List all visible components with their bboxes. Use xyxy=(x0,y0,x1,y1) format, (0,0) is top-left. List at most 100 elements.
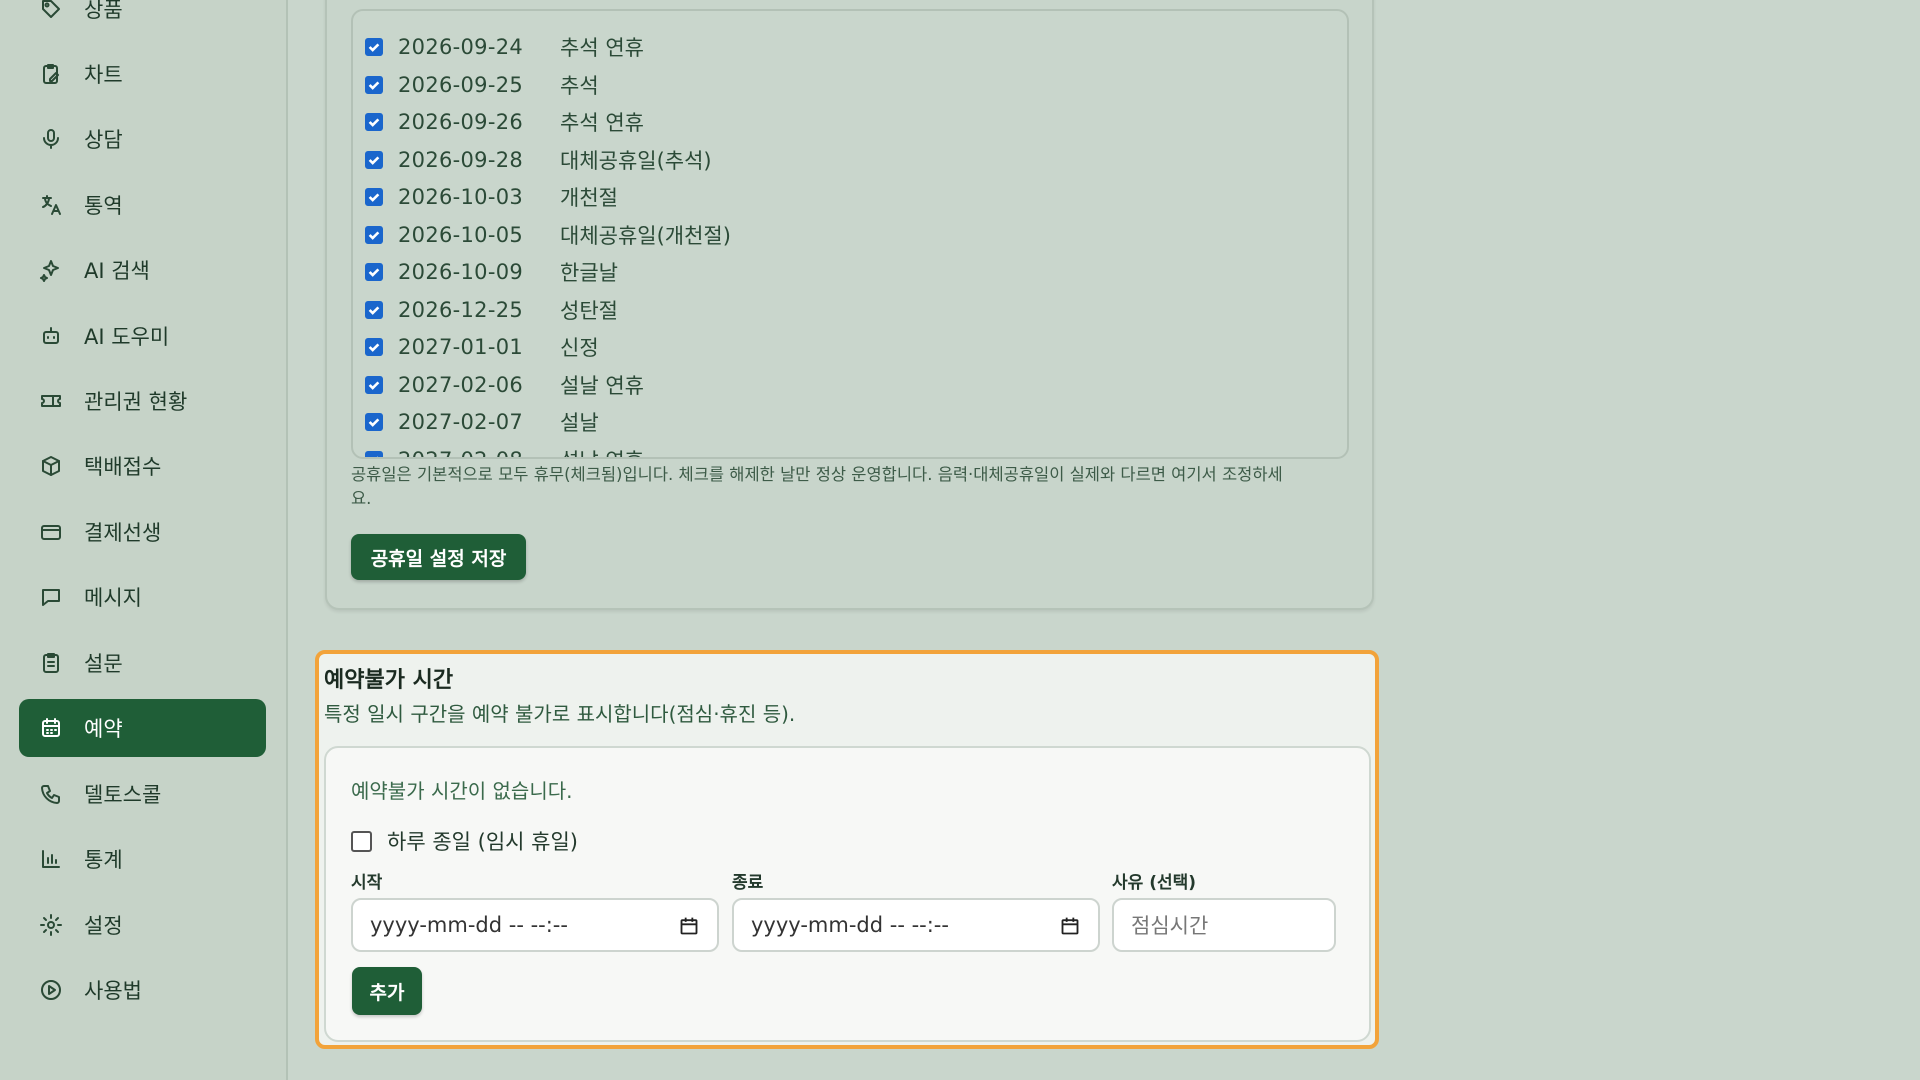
holiday-checkbox[interactable] xyxy=(365,375,383,394)
sidebar-item-label: 통역 xyxy=(84,194,123,218)
sidebar-item-deltoscall[interactable]: 델토스콜 xyxy=(19,765,266,823)
sidebar-item-label: 사용법 xyxy=(84,979,142,1003)
holiday-checkbox[interactable] xyxy=(365,113,383,131)
sidebar-item-consult[interactable]: 상담 xyxy=(19,110,266,168)
sidebar-item-howto[interactable]: 사용법 xyxy=(19,961,266,1019)
sidebar-item-reservation[interactable]: 예약 xyxy=(19,699,266,757)
holiday-name: 신정 xyxy=(560,336,599,360)
holiday-name: 성탄절 xyxy=(560,298,618,323)
sidebar-item-ai-assistant[interactable]: AI 도우미 xyxy=(19,307,266,365)
holiday-name: 대체공휴일(개천절) xyxy=(560,223,731,248)
holiday-date: 2026-12-25 xyxy=(398,297,524,322)
holiday-date: 2027-02-06 xyxy=(398,372,524,397)
play-circle-icon xyxy=(38,977,64,1003)
all-day-checkbox[interactable] xyxy=(351,830,372,852)
holiday-row[interactable]: 2026-09-26 추석 연휴 xyxy=(365,105,644,139)
holiday-row[interactable]: 2026-10-09 한글날 xyxy=(365,255,618,289)
clipboard-pen-icon xyxy=(38,61,64,87)
sidebar-item-survey[interactable]: 설문 xyxy=(19,634,266,692)
calendar-icon[interactable] xyxy=(1060,916,1080,936)
holiday-hint: 공휴일은 기본적으로 모두 휴무(체크됨)입니다. 체크를 해제한 날만 정상 … xyxy=(351,465,1283,508)
sidebar-item-translate[interactable]: 통역 xyxy=(19,176,266,234)
message-square-icon xyxy=(38,584,64,610)
sidebar-item-label: 설정 xyxy=(84,914,123,938)
holiday-date: 2027-02-07 xyxy=(398,410,524,434)
translate-icon xyxy=(38,192,64,218)
sidebar-item-memberships[interactable]: 관리권 현황 xyxy=(19,372,266,430)
holiday-row[interactable]: 2026-09-25 추석 xyxy=(365,68,599,102)
sidebar-item-label: 택배접수 xyxy=(84,455,162,479)
end-label: 종료 xyxy=(732,873,764,893)
holiday-row[interactable]: 2026-10-05 대체공휴일(개천절) xyxy=(365,218,731,252)
sidebar-item-label: 상품 xyxy=(84,0,123,22)
sidebar-item-label: 통계 xyxy=(84,848,123,872)
holiday-checkbox[interactable] xyxy=(365,225,383,244)
tag-icon xyxy=(38,0,64,22)
holiday-checkbox[interactable] xyxy=(365,413,383,431)
sidebar-item-label: 차트 xyxy=(84,63,123,87)
holiday-checkbox[interactable] xyxy=(365,300,383,319)
ticket-icon xyxy=(38,388,64,414)
sidebar-item-label: 델토스콜 xyxy=(84,783,162,807)
holiday-date: 2027-02-08 xyxy=(398,448,560,458)
sidebar-item-label: 설문 xyxy=(84,652,123,676)
holiday-date: 2026-09-25 xyxy=(398,72,524,97)
gear-icon xyxy=(38,912,64,938)
holiday-date: 2026-10-03 xyxy=(398,185,524,209)
all-day-toggle[interactable]: 하루 종일 (임시 휴일) xyxy=(351,826,578,856)
holiday-checkbox[interactable] xyxy=(365,150,383,169)
sidebar-item-parcel[interactable]: 택배접수 xyxy=(19,437,266,495)
holiday-row[interactable]: 2027-02-08설날 연휴 xyxy=(365,443,644,458)
sidebar-item-label: AI 검색 xyxy=(84,259,150,283)
holiday-row[interactable]: 2026-12-25 성탄절 xyxy=(365,293,618,327)
start-datetime-input[interactable]: yyyy-mm-dd -- --:-- xyxy=(351,898,719,952)
add-blocked-time-button[interactable]: 추가 xyxy=(352,967,422,1015)
sidebar-item-payment[interactable]: 결제선생 xyxy=(19,503,266,561)
sidebar-item-label: 관리권 현황 xyxy=(84,390,188,414)
holiday-checkbox[interactable] xyxy=(365,263,383,281)
reason-label: 사유 (선택) xyxy=(1112,873,1197,893)
holiday-row[interactable]: 2027-02-06 설날 연휴 xyxy=(365,368,644,402)
start-datetime-value: yyyy-mm-dd -- --:-- xyxy=(370,913,568,937)
sidebar-item-ai-search[interactable]: AI 검색 xyxy=(19,241,266,299)
sidebar-item-chart[interactable]: 차트 xyxy=(19,45,266,103)
bar-chart-icon xyxy=(38,846,64,872)
holiday-checkbox[interactable] xyxy=(365,75,383,94)
calendar-icon[interactable] xyxy=(679,916,699,936)
holiday-checkbox[interactable] xyxy=(365,338,383,356)
reason-input[interactable]: 점심시간 xyxy=(1112,898,1336,952)
calendar-icon xyxy=(38,715,64,741)
holiday-checkbox[interactable] xyxy=(365,38,383,56)
holiday-row[interactable]: 2027-02-07 설날 xyxy=(365,405,599,439)
sidebar-item-settings[interactable]: 설정 xyxy=(19,896,266,954)
holiday-row[interactable]: 2026-09-24 추석 연휴 xyxy=(365,30,644,64)
sidebar-item-label: 예약 xyxy=(84,717,123,741)
holiday-name: 추석 연휴 xyxy=(560,36,644,60)
holiday-row[interactable]: 2026-09-28 대체공휴일(추석) xyxy=(365,143,712,177)
package-icon xyxy=(38,453,64,479)
end-datetime-value: yyyy-mm-dd -- --:-- xyxy=(751,913,949,937)
holiday-date: 2026-10-05 xyxy=(398,222,524,247)
holiday-name: 설날 연휴 xyxy=(560,373,644,398)
holiday-row[interactable]: 2026-10-03 개천절 xyxy=(365,180,618,214)
save-holidays-button[interactable]: 공휴일 설정 저장 xyxy=(351,534,526,580)
all-day-label: 하루 종일 (임시 휴일) xyxy=(387,830,578,854)
holiday-date: 2026-09-26 xyxy=(398,110,524,134)
holiday-list[interactable]: 2026-09-24 추석 연휴 2026-09-25 추석 2026-09-26 추석 … xyxy=(351,9,1349,459)
holiday-row[interactable]: 2027-01-01 신정 xyxy=(365,330,599,364)
sidebar-item-messages[interactable]: 메시지 xyxy=(19,568,266,626)
holiday-checkbox[interactable] xyxy=(365,188,383,206)
credit-card-icon xyxy=(38,519,64,545)
holiday-name: 추석 연휴 xyxy=(560,111,644,135)
reason-placeholder: 점심시간 xyxy=(1131,914,1209,938)
holiday-name: 설날 xyxy=(560,411,599,435)
sidebar-item-label: AI 도우미 xyxy=(84,325,170,349)
sidebar-item-products[interactable]: 상품 xyxy=(19,0,266,38)
sidebar-item-label: 결제선생 xyxy=(84,521,162,545)
sidebar-item-statistics[interactable]: 통계 xyxy=(19,830,266,888)
sidebar-item-label: 상담 xyxy=(84,128,123,152)
holiday-date: 2026-09-28 xyxy=(398,147,524,172)
sidebar: 상품 차트 상담 통역 AI 검색 AI 도우미 관리권 현황 택배접수 결제선… xyxy=(0,0,288,1080)
holiday-checkbox[interactable] xyxy=(365,450,383,457)
end-datetime-input[interactable]: yyyy-mm-dd -- --:-- xyxy=(732,898,1100,952)
